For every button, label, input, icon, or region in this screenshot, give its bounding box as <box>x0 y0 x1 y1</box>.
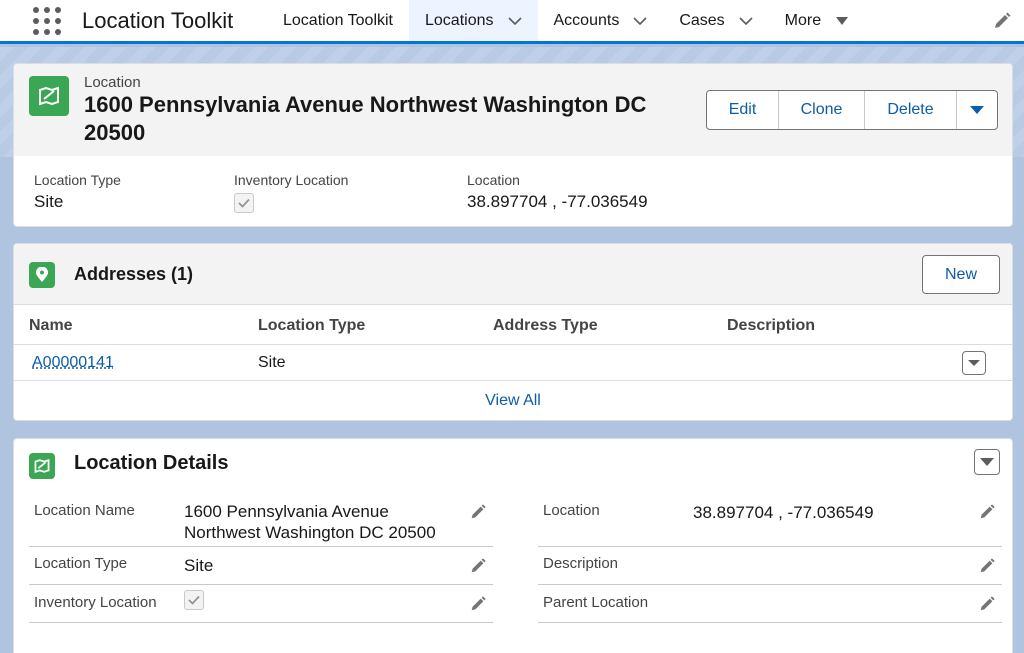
record-action-buttons: Edit Clone Delete <box>706 90 998 130</box>
related-list-title[interactable]: Addresses (1) <box>74 264 193 285</box>
field-value: Site <box>184 556 214 575</box>
chevron-down-icon[interactable] <box>739 14 753 28</box>
edit-pencil-icon[interactable] <box>469 595 487 613</box>
edit-button[interactable]: Edit <box>707 91 779 129</box>
chevron-down-icon[interactable] <box>633 14 647 28</box>
address-name-link[interactable]: A00000141 <box>32 354 114 372</box>
record-header: Location 1600 Pennsylvania Avenue Northw… <box>14 64 1012 156</box>
column-header-location-type[interactable]: Location Type <box>258 317 365 335</box>
details-header: Location Details <box>14 439 1012 489</box>
field-label: Location Name <box>34 502 135 519</box>
nav-item-label: More <box>784 11 822 29</box>
address-pin-icon <box>29 262 55 288</box>
highlight-location-type: Location Type Site <box>34 172 121 212</box>
nav-item-accounts[interactable]: Accounts <box>538 0 664 43</box>
field-label: Parent Location <box>543 594 649 611</box>
field-location-name: Location Name 1600 Pennsylvania Avenue N… <box>29 497 493 547</box>
app-launcher-icon[interactable] <box>33 6 61 35</box>
table-header: Name Location Type Address Type Descript… <box>14 305 1012 345</box>
caret-down-icon <box>980 458 994 466</box>
nav-item-more[interactable]: More <box>769 0 865 43</box>
field-location: Location 38.897704 , -77.036549 <box>538 497 1002 547</box>
field-value: 38.897704 , -77.036549 <box>693 503 874 522</box>
row-actions-button[interactable] <box>962 351 986 375</box>
field-label: Inventory Location <box>234 172 349 188</box>
field-label: Inventory Location <box>34 594 157 611</box>
record-highlights: Location 1600 Pennsylvania Avenue Northw… <box>13 63 1013 227</box>
location-object-icon <box>29 453 55 479</box>
checkbox-checked <box>184 590 204 610</box>
details-title: Location Details <box>74 452 229 474</box>
column-header-description[interactable]: Description <box>727 317 815 335</box>
nav-item-label: Locations <box>425 11 494 29</box>
field-label: Location <box>543 502 600 519</box>
checkbox-checked <box>234 193 254 213</box>
field-inventory-location: Inventory Location <box>29 585 493 623</box>
field-label: Location Type <box>34 555 128 572</box>
field-value-line1: 1600 Pennsylvania Avenue <box>184 502 389 521</box>
field-label: Description <box>543 555 619 572</box>
nav-item-locations[interactable]: Locations <box>409 0 538 44</box>
highlight-fields: Location Type Site Inventory Location Lo… <box>14 156 1012 228</box>
view-all-link[interactable]: View All <box>14 381 1012 421</box>
nav-item-label: Accounts <box>553 11 620 29</box>
caret-down-icon <box>968 360 980 366</box>
chevron-down-icon[interactable] <box>507 14 522 28</box>
check-icon <box>238 198 250 208</box>
field-description: Description <box>538 547 1002 585</box>
delete-button[interactable]: Delete <box>865 91 957 129</box>
column-header-address-type[interactable]: Address Type <box>493 317 598 335</box>
field-label: Location Type <box>34 172 121 188</box>
table-row: A00000141 Site <box>14 345 1012 381</box>
highlight-inventory-location: Inventory Location <box>234 172 348 213</box>
edit-nav-pencil-icon[interactable] <box>992 11 1012 31</box>
record-title: 1600 Pennsylvania Avenue Northwest Washi… <box>84 92 647 145</box>
field-value: 38.897704 , -77.036549 <box>467 192 648 211</box>
address-location-type: Site <box>258 354 286 371</box>
location-object-icon <box>29 76 69 116</box>
nav-item-label: Location Toolkit <box>283 11 393 29</box>
caret-down-icon <box>836 16 849 25</box>
edit-pencil-icon[interactable] <box>978 557 996 575</box>
edit-pencil-icon[interactable] <box>469 503 487 521</box>
check-icon <box>188 595 200 605</box>
details-menu-button[interactable] <box>974 449 1000 475</box>
field-parent-location: Parent Location <box>538 585 1002 623</box>
highlight-location: Location 38.897704 , -77.036549 <box>467 172 648 212</box>
field-label: Location <box>467 172 520 188</box>
edit-pencil-icon[interactable] <box>978 595 996 613</box>
field-location-type: Location Type Site <box>29 547 493 585</box>
edit-pencil-icon[interactable] <box>469 557 487 575</box>
related-list-header: Addresses (1) New <box>14 244 1012 305</box>
caret-down-icon <box>970 106 984 114</box>
field-value-line2: Northwest Washington DC 20500 <box>184 523 436 542</box>
addresses-related-list: Addresses (1) New Name Location Type Add… <box>13 243 1013 421</box>
object-label: Location <box>84 74 141 91</box>
clone-button[interactable]: Clone <box>779 91 865 129</box>
nav-item-cases[interactable]: Cases <box>663 0 768 43</box>
nav-item-label: Cases <box>679 11 725 29</box>
nav-item-location-toolkit[interactable]: Location Toolkit <box>267 0 409 43</box>
global-nav: Location Toolkit Location Toolkit Locati… <box>0 0 1024 44</box>
location-details-section: Location Details Location Name 1600 Penn… <box>13 438 1013 653</box>
column-header-name[interactable]: Name <box>29 317 73 335</box>
more-actions-button[interactable] <box>957 91 997 129</box>
edit-pencil-icon[interactable] <box>978 503 996 521</box>
field-value: Site <box>34 192 64 211</box>
app-name: Location Toolkit <box>82 7 234 33</box>
new-address-button[interactable]: New <box>922 255 1000 294</box>
